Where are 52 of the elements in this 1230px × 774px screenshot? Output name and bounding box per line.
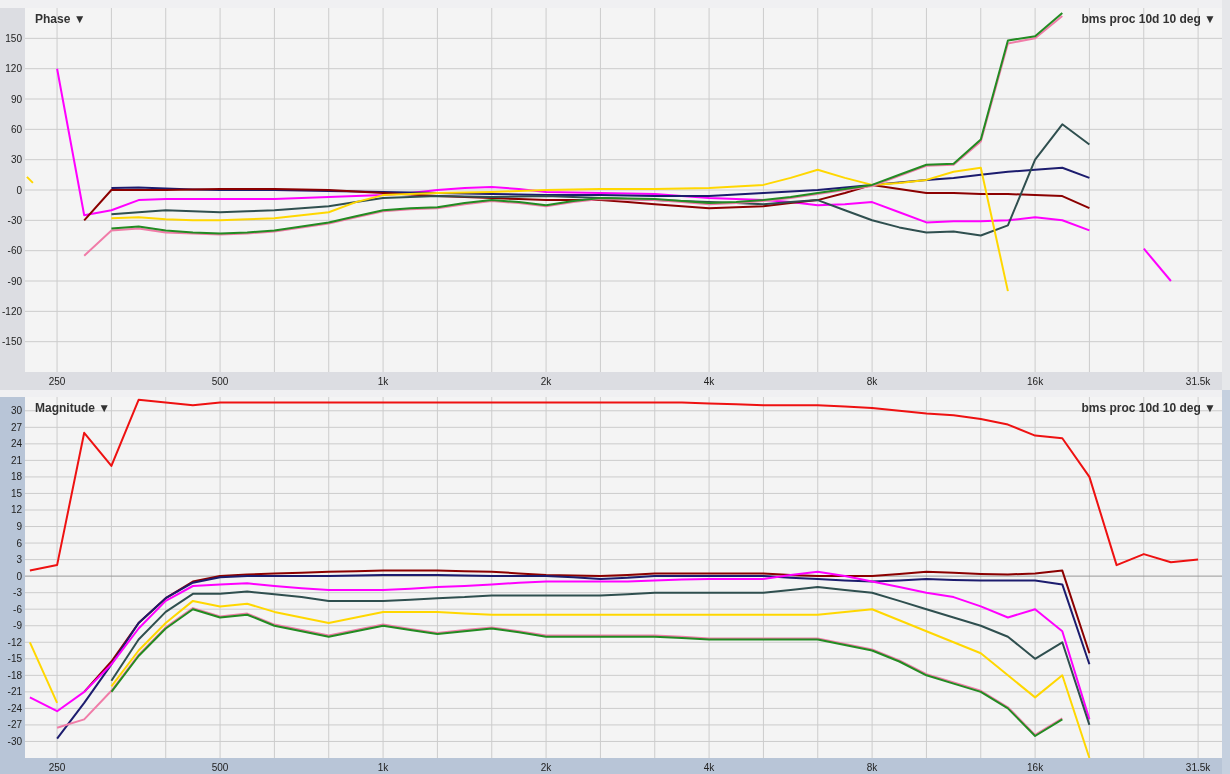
y-tick-label: 0 [16,184,22,196]
y-tick-label: -30 [7,214,22,226]
x-tick-label: 31.5k [1185,762,1211,773]
y-tick-label: 3 [16,554,22,566]
y-tick-label: 18 [10,471,22,483]
graph-type-dropdown[interactable]: Phase ▼ [35,12,86,26]
y-tick-label: 15 [10,487,22,499]
y-tick-label: -9 [13,620,22,632]
y-tick-label: 27 [10,421,22,433]
x-tick-label: 8k [866,376,878,387]
x-tick-label: 2k [540,762,552,773]
y-tick-label: -120 [2,305,22,317]
x-tick-label: 1k [377,376,389,387]
y-tick-label: -6 [13,603,22,615]
x-tick-label: 250 [48,762,66,773]
y-tick-label: -24 [7,702,22,714]
x-tick-label: 1k [377,762,389,773]
x-tick-label: 2k [540,376,552,387]
measurement-dropdown[interactable]: bms proc 10d 10 deg ▼ [1081,12,1216,26]
x-tick-label: 8k [866,762,878,773]
x-tick-label: 4k [703,762,715,773]
y-tick-label: 0 [16,570,22,582]
y-tick-label: 9 [16,521,22,532]
y-tick-label: -90 [7,275,22,287]
graph-type-dropdown[interactable]: Magnitude ▼ [35,401,111,415]
y-tick-label: -3 [13,587,22,599]
y-tick-label: -30 [7,735,22,747]
x-tick-label: 31.5k [1185,376,1211,387]
x-tick-label: 500 [211,376,229,387]
y-tick-label: 6 [16,537,22,549]
x-tick-label: 500 [211,762,229,773]
y-tick-label: -15 [7,653,22,665]
measurement-dropdown[interactable]: bms proc 10d 10 deg ▼ [1081,401,1216,415]
y-tick-label: -12 [7,636,22,648]
y-tick-label: 12 [10,504,22,516]
x-tick-label: 16k [1027,376,1044,387]
y-tick-label: 150 [5,32,22,44]
y-tick-label: 90 [10,93,22,105]
y-tick-label: -21 [7,686,22,698]
x-tick-label: 250 [48,376,66,387]
y-tick-label: 24 [10,438,22,450]
y-tick-label: 30 [10,405,22,417]
y-tick-label: -60 [7,245,22,257]
y-tick-label: 120 [5,63,22,75]
y-tick-label: 30 [10,154,22,166]
y-tick-label: 60 [10,123,22,135]
y-tick-label: -27 [7,719,22,731]
y-tick-label: -150 [2,336,22,348]
y-tick-label: 21 [10,454,22,466]
x-tick-label: 16k [1027,762,1044,773]
y-tick-label: -18 [7,669,22,681]
x-tick-label: 4k [703,376,715,387]
